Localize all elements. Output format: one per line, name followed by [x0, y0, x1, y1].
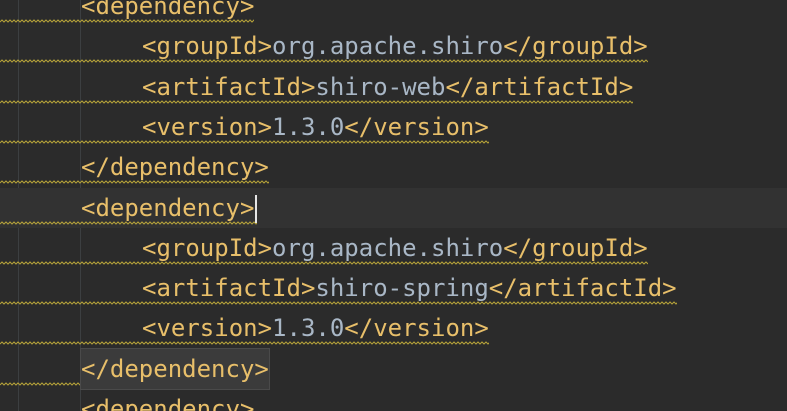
xml-text-value: shiro-web	[315, 72, 446, 101]
xml-text-value: shiro-spring	[315, 274, 489, 303]
xml-text-value: org.apache.shiro	[272, 32, 504, 61]
code-line[interactable]: <artifactId>shiro-web</artifactId>	[0, 67, 787, 107]
text-caret	[255, 194, 258, 223]
code-line[interactable]: <groupId>org.apache.shiro</groupId>	[0, 228, 787, 268]
xml-open-tag: <dependency>	[81, 395, 255, 411]
code-line-content: </dependency>	[80, 347, 270, 390]
xml-close-tag: </artifactId>	[488, 274, 677, 303]
code-line-content: </dependency>	[81, 147, 269, 187]
code-line[interactable]: <dependency>	[0, 187, 787, 228]
xml-text-value: org.apache.shiro	[272, 233, 504, 262]
code-line-content: <version>1.3.0</version>	[142, 308, 489, 348]
xml-text-value: 1.3.0	[272, 112, 345, 141]
code-line[interactable]: <dependency>	[0, 389, 787, 411]
xml-open-tag: <groupId>	[142, 233, 273, 262]
xml-open-tag: <artifactId>	[142, 72, 316, 101]
xml-close-tag: </version>	[344, 314, 489, 343]
code-line-content: <artifactId>shiro-web</artifactId>	[142, 67, 633, 107]
code-line-content: <dependency>	[81, 0, 254, 26]
code-line[interactable]: <version>1.3.0</version>	[0, 107, 787, 147]
code-line[interactable]: <dependency>	[0, 0, 787, 26]
xml-open-tag: </dependency>	[81, 354, 269, 383]
xml-text-value: 1.3.0	[272, 314, 345, 343]
code-line-content: <dependency>	[81, 188, 258, 228]
code-line[interactable]: </dependency>	[0, 347, 787, 390]
code-editor[interactable]: <dependency> <groupId>org.apache.shiro</g…	[0, 0, 787, 411]
xml-close-tag: </groupId>	[503, 233, 648, 262]
xml-open-tag: <version>	[142, 112, 273, 141]
code-line-content: <version>1.3.0</version>	[142, 107, 489, 147]
xml-open-tag: <groupId>	[142, 32, 273, 61]
code-line[interactable]: <artifactId>shiro-spring</artifactId>	[0, 268, 787, 308]
xml-close-tag: </artifactId>	[445, 72, 634, 101]
xml-close-tag: </version>	[344, 112, 489, 141]
code-line-content: <groupId>org.apache.shiro</groupId>	[142, 228, 648, 268]
code-line-content: <artifactId>shiro-spring</artifactId>	[142, 268, 677, 308]
xml-open-tag: <version>	[142, 314, 273, 343]
code-line-content: <groupId>org.apache.shiro</groupId>	[142, 26, 648, 66]
xml-open-tag: <dependency>	[81, 0, 255, 20]
xml-close-tag: </groupId>	[503, 32, 648, 61]
xml-open-tag: <artifactId>	[142, 274, 316, 303]
code-line[interactable]: <version>1.3.0</version>	[0, 308, 787, 348]
code-line[interactable]: </dependency>	[0, 147, 787, 187]
code-line[interactable]: <groupId>org.apache.shiro</groupId>	[0, 26, 787, 66]
xml-open-tag: </dependency>	[81, 153, 269, 182]
code-line-content: <dependency>	[81, 389, 254, 411]
xml-open-tag: <dependency>	[81, 193, 255, 222]
